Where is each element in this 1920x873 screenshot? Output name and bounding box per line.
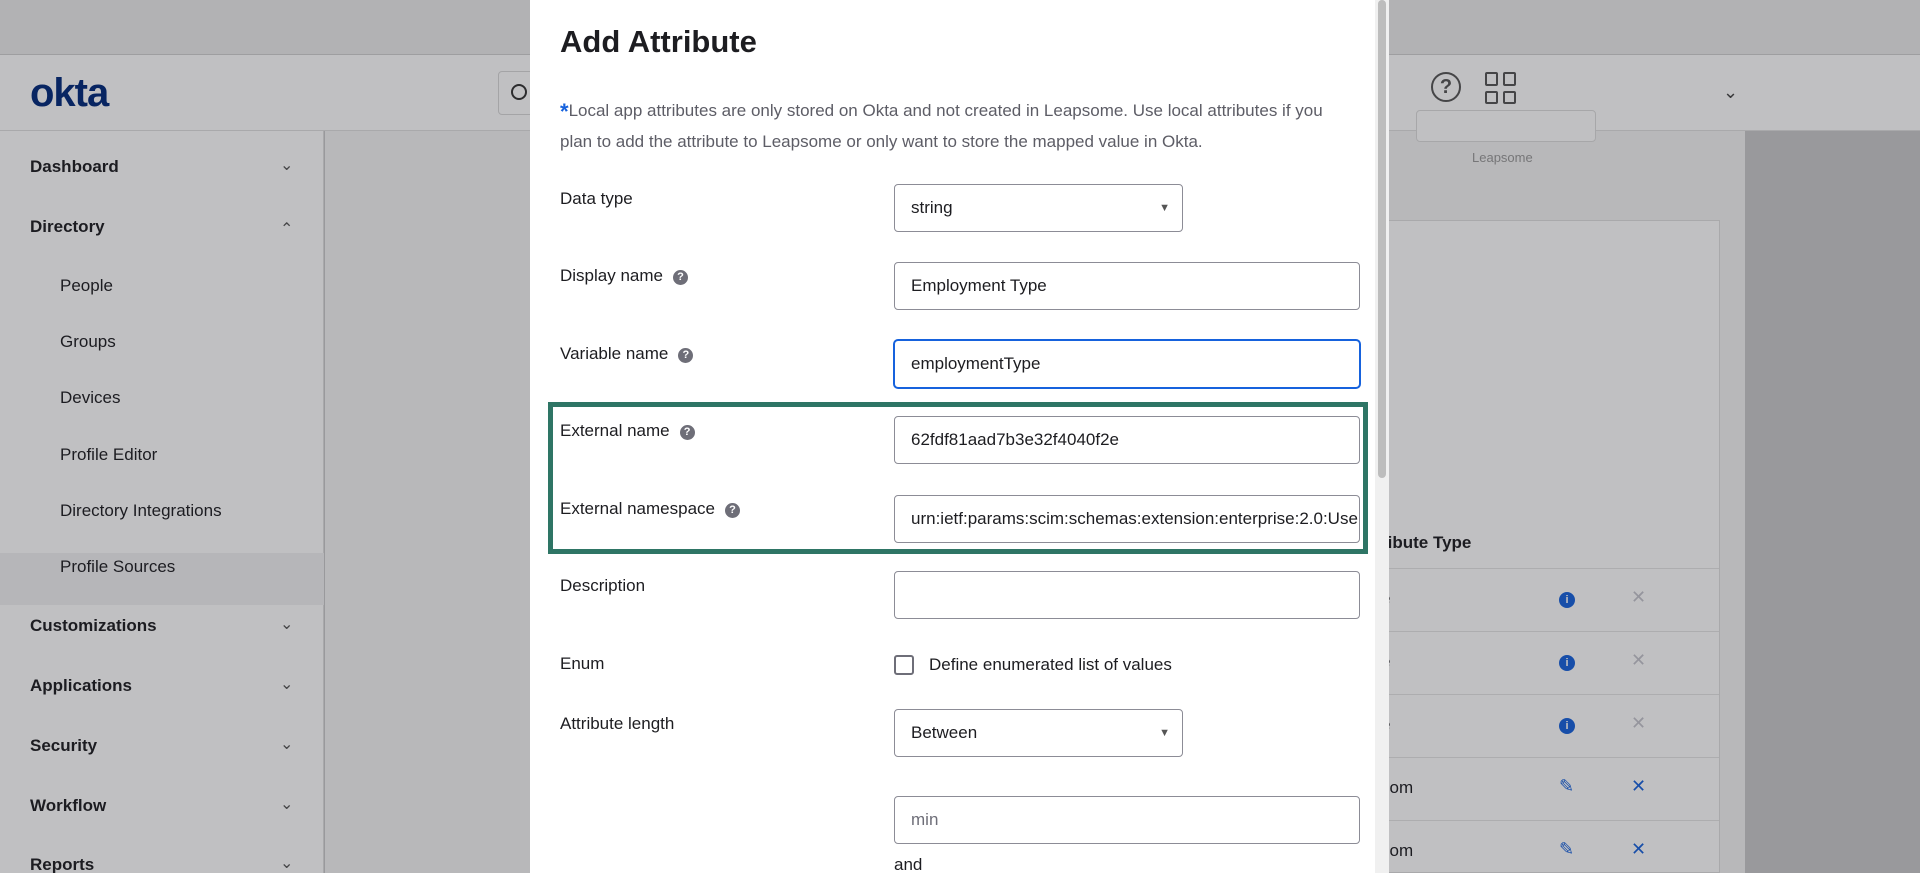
enum-checkbox-label[interactable]: Define enumerated list of values [929, 655, 1172, 675]
external-name-label: External name? [560, 421, 695, 441]
attribute-length-value: Between [911, 723, 978, 742]
min-length-field[interactable]: min [894, 796, 1360, 844]
help-icon[interactable]: ? [678, 348, 694, 363]
scrollbar-thumb[interactable] [1378, 0, 1386, 478]
help-icon[interactable]: ? [679, 425, 695, 440]
note-text: Local app attributes are only stored on … [560, 101, 1323, 151]
external-name-field[interactable]: 62fdf81aad7b3e32f4040f2e [894, 416, 1360, 464]
variable-name-label: Variable name? [560, 344, 694, 364]
description-label: Description [560, 576, 646, 595]
local-attribute-note: *Local app attributes are only stored on… [560, 96, 1350, 157]
display-name-label: Display name? [560, 266, 688, 286]
enum-label: Enum [560, 654, 605, 673]
caret-down-icon: ▼ [1159, 202, 1170, 214]
data-type-value: string [911, 198, 953, 217]
enum-checkbox[interactable] [894, 655, 914, 675]
attribute-length-select[interactable]: Between ▼ [894, 709, 1183, 757]
external-namespace-field[interactable]: urn:ietf:params:scim:schemas:extension:e… [894, 495, 1360, 543]
description-field[interactable] [894, 571, 1360, 619]
required-asterisk: * [560, 99, 569, 124]
caret-down-icon: ▼ [1159, 727, 1170, 739]
help-icon[interactable]: ? [724, 503, 740, 518]
add-attribute-dialog: Add Attribute *Local app attributes are … [530, 0, 1375, 873]
dialog-title: Add Attribute [560, 24, 757, 59]
and-label: and [894, 855, 923, 873]
dialog-scrollbar[interactable] [1375, 0, 1389, 873]
variable-name-field[interactable]: employmentType [894, 340, 1360, 388]
display-name-field[interactable]: Employment Type [894, 262, 1360, 310]
external-namespace-label: External namespace? [560, 499, 740, 519]
data-type-label: Data type [560, 189, 633, 208]
attribute-length-label: Attribute length [560, 714, 675, 733]
data-type-select[interactable]: string ▼ [894, 184, 1183, 232]
help-icon[interactable]: ? [673, 270, 688, 285]
